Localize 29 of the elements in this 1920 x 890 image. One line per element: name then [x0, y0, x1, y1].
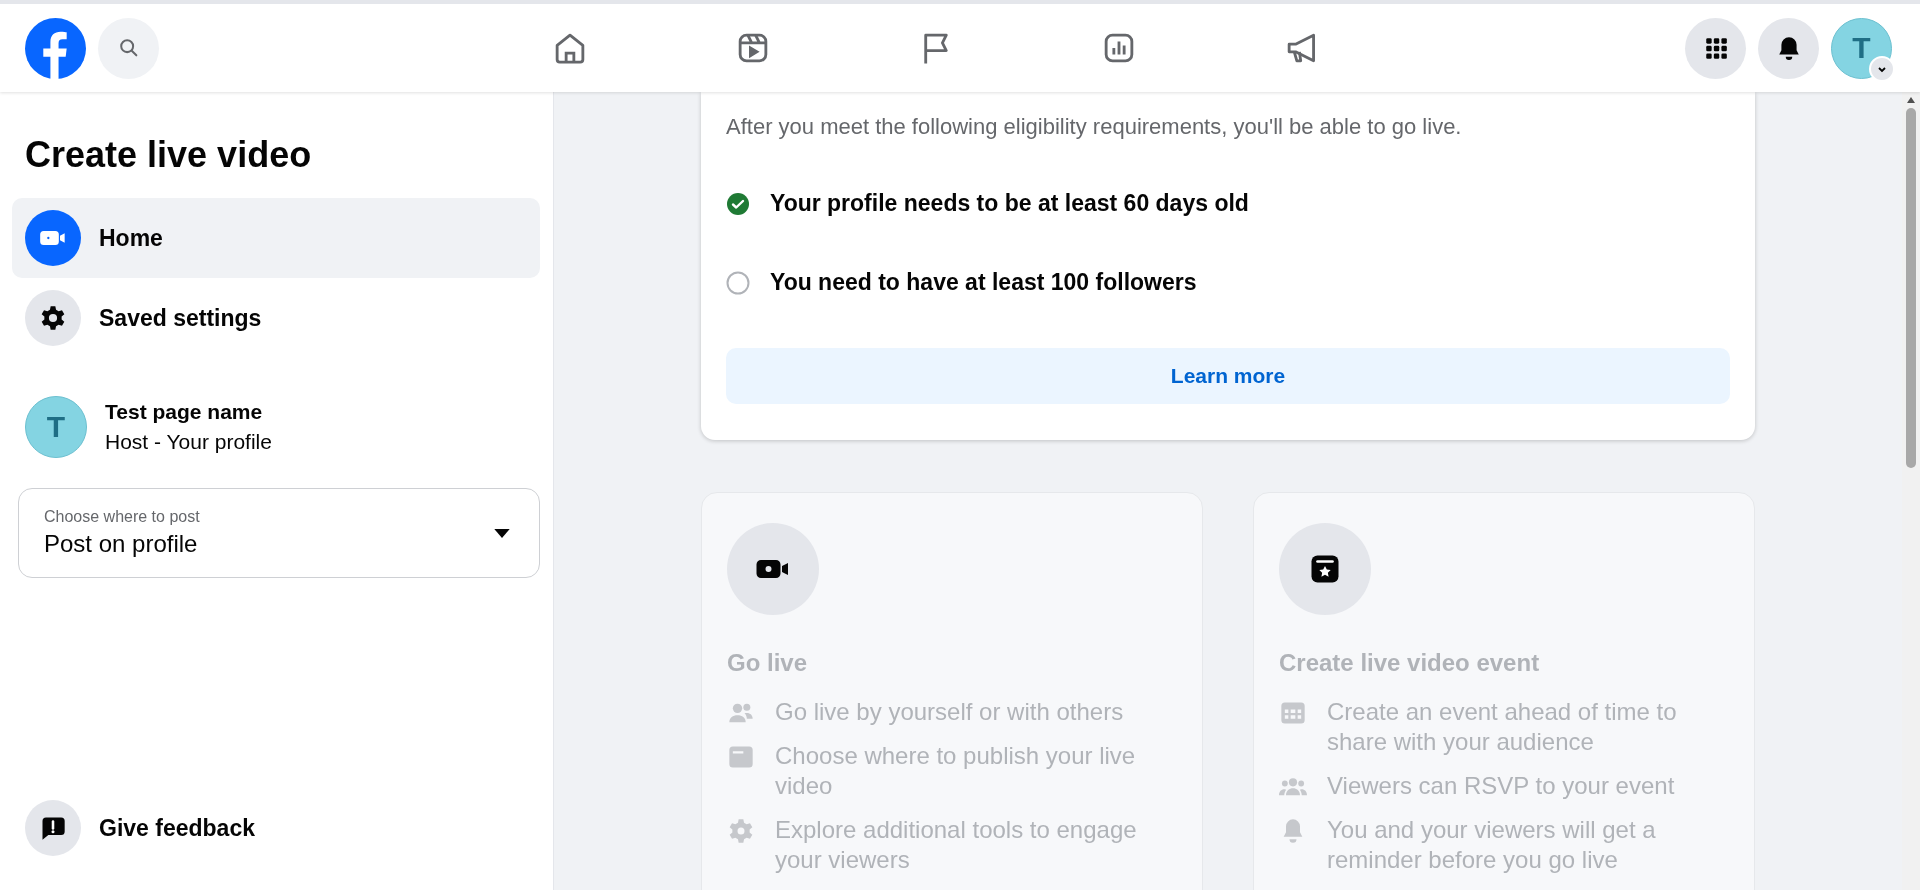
scrollbar[interactable]	[1902, 92, 1920, 890]
requirement-text: You need to have at least 100 followers	[770, 269, 1197, 296]
page-role: Host - Your profile	[105, 430, 272, 454]
sidebar-item[interactable]: Home	[12, 198, 540, 278]
learn-more-button[interactable]: Learn more	[726, 348, 1730, 404]
feature-text: Create an event ahead of time to share with your audience	[1327, 697, 1678, 757]
scroll-up-icon[interactable]	[1906, 96, 1916, 104]
page-title: Create live video	[25, 134, 313, 176]
feature-text: Choose where to publish your live video	[775, 741, 1137, 801]
feature-text: Viewers can RSVP to your event	[1327, 771, 1675, 801]
give-feedback-button[interactable]: Give feedback	[12, 788, 540, 868]
option-title: Go live	[727, 649, 809, 677]
eligibility-description: After you meet the following eligibility requirements, you'll be able to go live.	[726, 114, 1463, 140]
feature-text: Explore additional tools to engage your viewers	[775, 815, 1138, 875]
video-camera-icon	[25, 210, 81, 266]
feature-text: You and your viewers will get a reminder before you go live	[1327, 815, 1657, 875]
gear-icon	[25, 290, 81, 346]
gear-icon	[727, 817, 755, 845]
sidebar-item[interactable]: Saved settings	[12, 278, 540, 358]
logo-icon[interactable]	[25, 17, 86, 79]
feature-text: Go live by yourself or with others	[775, 697, 1124, 727]
page-avatar: T	[25, 396, 87, 458]
search-icon	[117, 37, 140, 59]
option-title: Create live video event	[1279, 649, 1541, 677]
feedback-icon	[25, 800, 81, 856]
caret-icon	[493, 527, 511, 539]
requirement-text: Your profile needs to be at least 60 days old	[770, 190, 1249, 217]
page-name: Test page name	[105, 400, 264, 424]
post-location-dropdown[interactable]: Choose where to post Post on profile	[18, 488, 540, 578]
